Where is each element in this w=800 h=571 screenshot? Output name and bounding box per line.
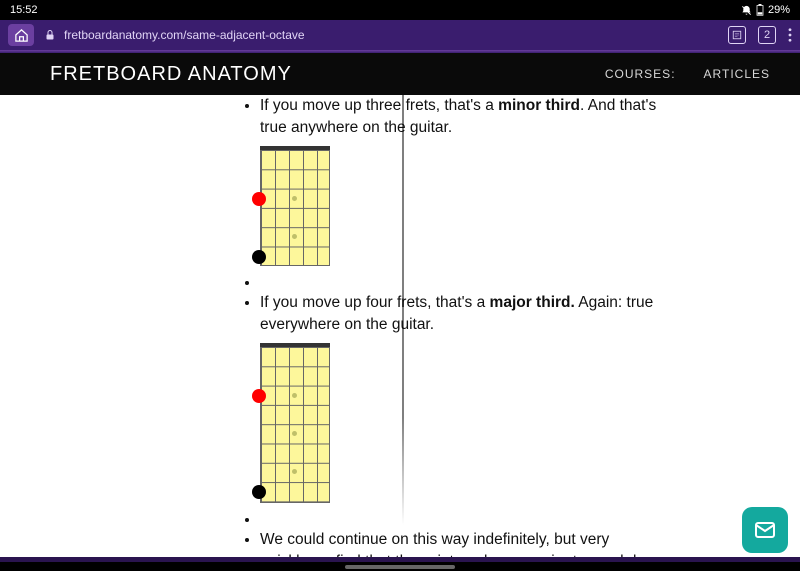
site-brand[interactable]: FRETBOARD ANATOMY — [50, 63, 292, 86]
center-divider-shadow — [402, 95, 404, 525]
home-button[interactable] — [8, 24, 34, 46]
url-text: fretboardanatomy.com/same-adjacent-octav… — [64, 28, 305, 42]
dnd-icon — [741, 5, 752, 16]
interval-note-dot — [252, 250, 266, 264]
bullet-major-third: If you move up four frets, that's a majo… — [260, 292, 660, 503]
tabs-button[interactable]: 2 — [758, 26, 776, 44]
site-header: FRETBOARD ANATOMY COURSES: ARTICLES — [0, 53, 800, 95]
bullet-minor-third: If you move up three frets, that's a min… — [260, 95, 660, 266]
lock-icon — [44, 29, 56, 41]
site-nav: COURSES: ARTICLES — [605, 67, 770, 81]
clock: 15:52 — [10, 4, 38, 16]
reader-icon — [732, 30, 742, 40]
browser-toolbar: fretboardanatomy.com/same-adjacent-octav… — [0, 20, 800, 50]
tab-count: 2 — [764, 29, 770, 41]
mail-icon — [753, 518, 777, 542]
menu-button[interactable] — [788, 28, 792, 42]
contact-mail-button[interactable] — [742, 507, 788, 553]
home-icon — [14, 28, 29, 43]
interval-note-dot — [252, 485, 266, 499]
nav-courses[interactable]: COURSES: — [605, 67, 676, 81]
android-status-bar: 15:52 29% — [0, 0, 800, 20]
reader-mode-button[interactable] — [728, 26, 746, 44]
battery-icon — [756, 4, 764, 16]
battery-percent: 29% — [768, 4, 790, 16]
nav-articles[interactable]: ARTICLES — [704, 67, 770, 81]
page-content: If you move up three frets, that's a min… — [0, 95, 800, 571]
root-note-dot — [252, 192, 266, 206]
fretboard-diagram-minor-third — [260, 146, 330, 266]
nav-pill[interactable] — [345, 565, 455, 569]
root-note-dot — [252, 389, 266, 403]
empty-bullet — [260, 272, 660, 286]
url-bar[interactable]: fretboardanatomy.com/same-adjacent-octav… — [44, 28, 718, 42]
fretboard-diagram-major-third — [260, 343, 330, 503]
empty-bullet — [260, 509, 660, 523]
